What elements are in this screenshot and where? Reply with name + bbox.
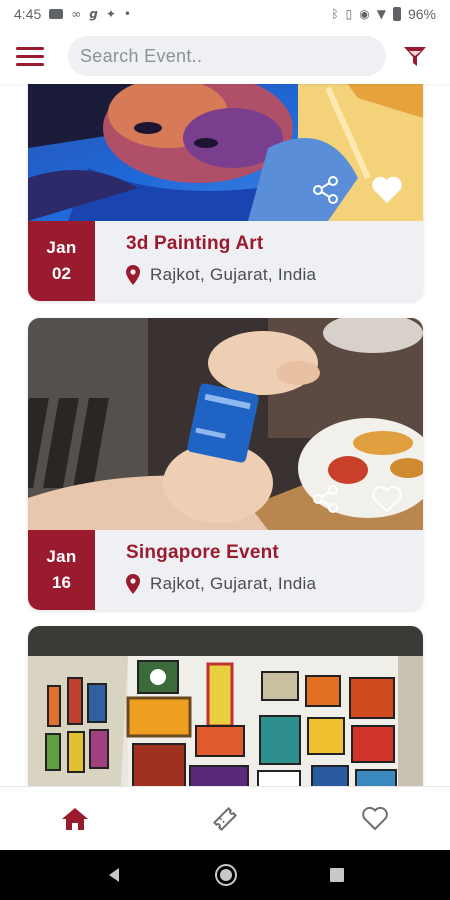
event-card[interactable]: Jan 02 3d Painting Art Rajkot, Gujarat, … bbox=[28, 84, 423, 301]
event-image bbox=[28, 626, 423, 786]
infinity-notification-icon: ∞ bbox=[71, 7, 82, 21]
location-pin-icon bbox=[126, 265, 140, 285]
bluetooth-icon: ᛒ bbox=[331, 7, 339, 21]
event-text: 3d Painting Art Rajkot, Gujarat, India bbox=[95, 221, 316, 301]
menu-icon[interactable] bbox=[16, 42, 48, 70]
back-icon[interactable] bbox=[105, 866, 123, 884]
data-saver-icon: ◉ bbox=[359, 7, 370, 21]
app-notification-icon: ✦ bbox=[105, 7, 116, 21]
event-info: Jan 02 3d Painting Art Rajkot, Gujarat, … bbox=[28, 221, 423, 301]
event-month: Jan bbox=[46, 547, 77, 566]
vibrate-icon: ▯ bbox=[345, 7, 353, 21]
location-pin-icon bbox=[126, 574, 140, 594]
date-badge: Jan 02 bbox=[28, 221, 95, 301]
recents-icon[interactable] bbox=[329, 867, 345, 883]
card-actions bbox=[311, 175, 403, 209]
event-image bbox=[28, 84, 423, 221]
ticket-icon bbox=[212, 806, 238, 831]
dot-notification-icon: • bbox=[123, 7, 131, 21]
event-title[interactable]: 3d Painting Art bbox=[126, 233, 316, 255]
home-icon bbox=[62, 807, 88, 830]
nav-tickets[interactable] bbox=[195, 795, 255, 843]
event-day: 16 bbox=[52, 573, 71, 592]
nav-home[interactable] bbox=[45, 795, 105, 843]
heart-icon bbox=[362, 806, 388, 830]
home-button-icon[interactable] bbox=[214, 863, 238, 887]
date-badge: Jan 16 bbox=[28, 530, 95, 610]
nav-favorites[interactable] bbox=[345, 795, 405, 843]
share-icon[interactable] bbox=[311, 484, 341, 518]
status-time: 4:45 bbox=[14, 6, 42, 22]
event-day: 02 bbox=[52, 264, 71, 283]
event-location-text: Rajkot, Gujarat, India bbox=[150, 265, 317, 284]
battery-percentage: 96% bbox=[407, 6, 436, 22]
system-navigation-bar bbox=[0, 850, 450, 900]
status-right: ᛒ ▯ ◉ ▼ 96% bbox=[331, 6, 436, 22]
event-image bbox=[28, 318, 423, 530]
bottom-navigation bbox=[0, 786, 450, 850]
event-location: Rajkot, Gujarat, India bbox=[126, 574, 316, 594]
top-app-bar bbox=[0, 28, 450, 84]
favorite-filled-icon[interactable] bbox=[371, 175, 403, 209]
favorite-outline-icon[interactable] bbox=[371, 484, 403, 518]
event-location: Rajkot, Gujarat, India bbox=[126, 265, 316, 285]
event-month: Jan bbox=[46, 238, 77, 257]
wifi-icon: ▼ bbox=[376, 7, 386, 21]
status-bar: 4:45 ∞ g ✦ • ᛒ ▯ ◉ ▼ 96% bbox=[0, 0, 450, 28]
share-icon[interactable] bbox=[311, 175, 341, 209]
event-text: Singapore Event Rajkot, Gujarat, India bbox=[95, 530, 316, 610]
battery-icon bbox=[392, 7, 401, 21]
status-left: 4:45 ∞ g ✦ • bbox=[14, 6, 131, 22]
event-card[interactable]: Jan 16 Singapore Event Rajkot, Gujarat, … bbox=[28, 318, 423, 610]
event-title[interactable]: Singapore Event bbox=[126, 542, 316, 564]
event-info: Jan 16 Singapore Event Rajkot, Gujarat, … bbox=[28, 530, 423, 610]
card-actions bbox=[311, 484, 403, 518]
search-input[interactable] bbox=[80, 45, 374, 67]
youtube-notification-icon bbox=[49, 9, 64, 19]
search-bar bbox=[68, 36, 386, 76]
event-card[interactable] bbox=[28, 626, 423, 786]
event-feed[interactable]: Jan 02 3d Painting Art Rajkot, Gujarat, … bbox=[0, 84, 450, 786]
filter-icon[interactable] bbox=[402, 43, 428, 69]
event-location-text: Rajkot, Gujarat, India bbox=[150, 574, 317, 593]
g-notification-icon: g bbox=[89, 7, 98, 21]
